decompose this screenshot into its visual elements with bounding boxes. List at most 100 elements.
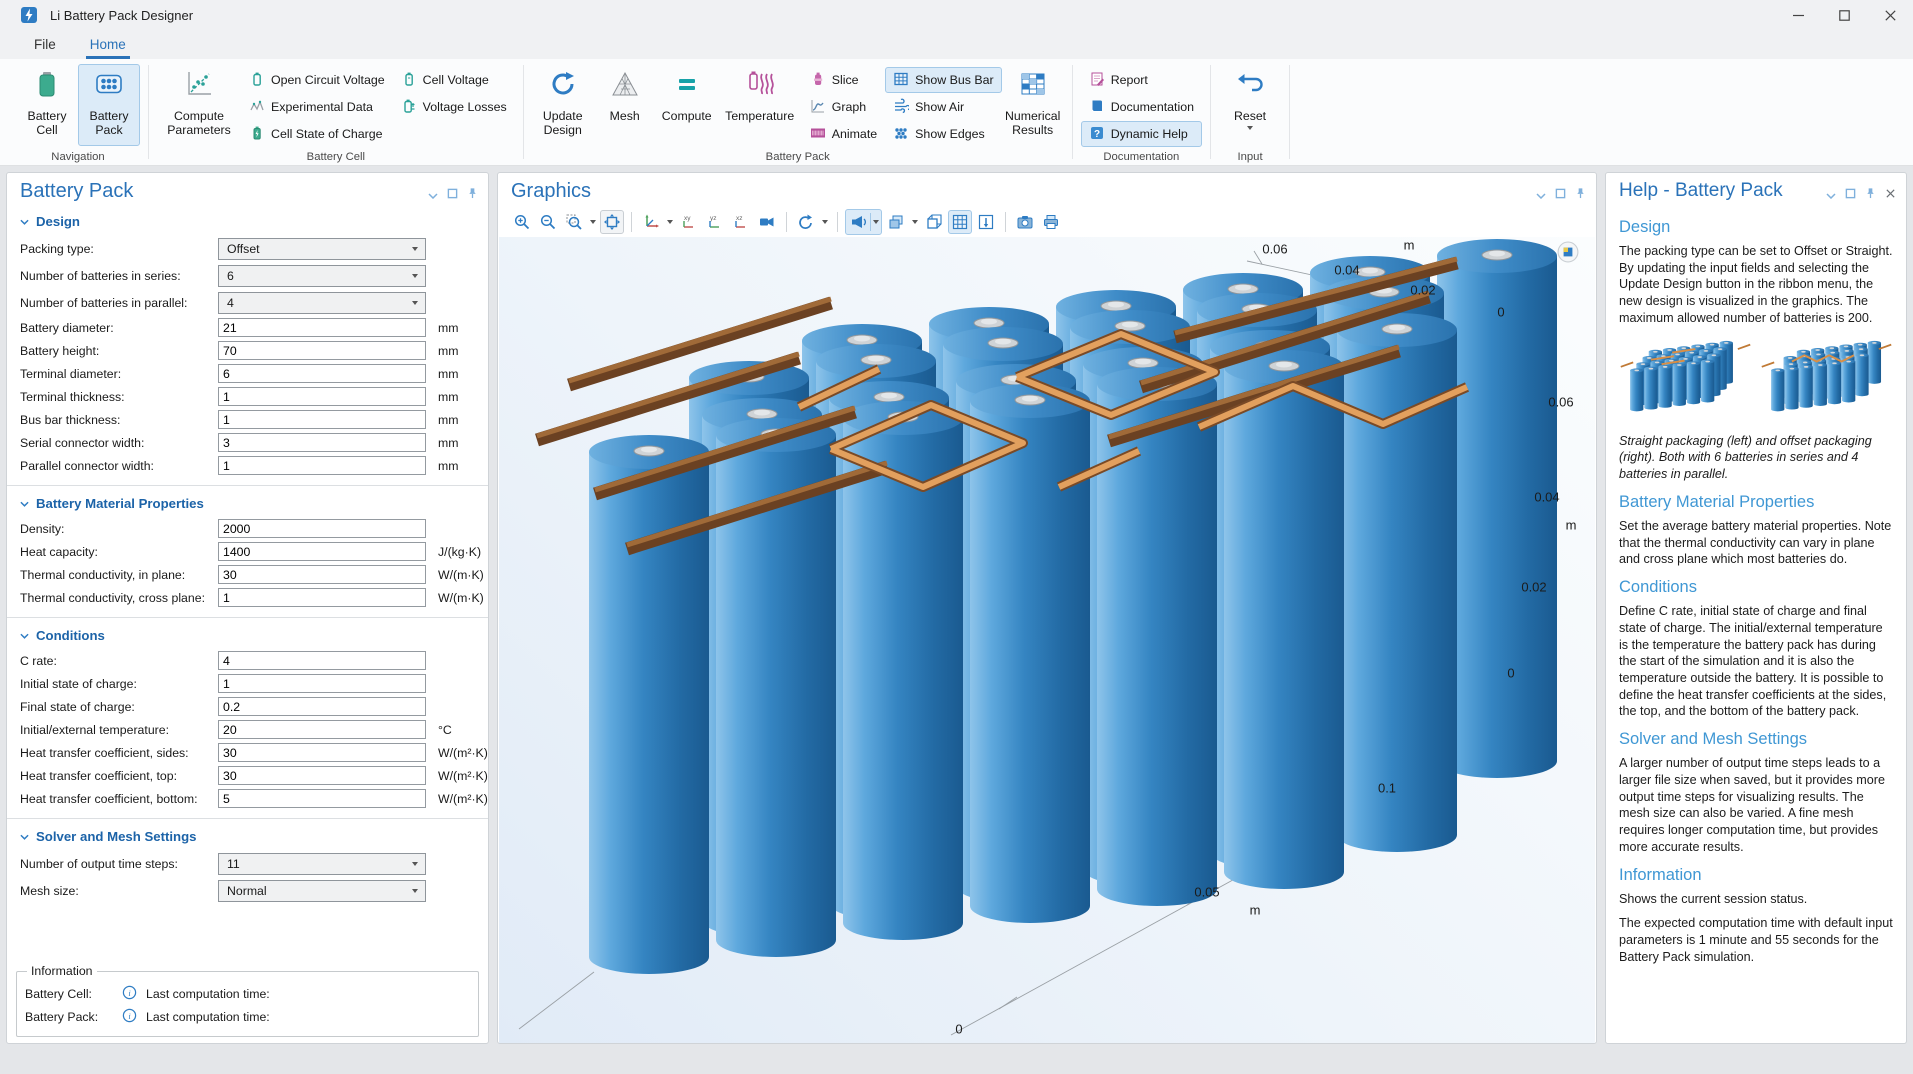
terminal-diameter-input[interactable]: [218, 364, 426, 383]
float-panel-icon[interactable]: [1555, 186, 1566, 204]
field-row: Bus bar thickness:mm: [7, 408, 488, 431]
compute-button[interactable]: Compute: [656, 64, 718, 146]
heat-capacity-input[interactable]: [218, 542, 426, 561]
batteries-in-series-select[interactable]: 6: [218, 265, 426, 287]
go-to-yz-view-button[interactable]: yz: [703, 210, 727, 234]
thermal-conductivity-in-plane-input[interactable]: [218, 565, 426, 584]
battery-cell-icon: [32, 69, 62, 104]
default-view-button[interactable]: [639, 210, 663, 234]
experimental-data-button[interactable]: Experimental Data: [241, 94, 393, 120]
graphics-canvas[interactable]: 0.06 0.04 0.02 0 m 0.06 0.04 m 0.02 0 0.…: [499, 237, 1595, 1043]
go-to-xz-view-button[interactable]: xz: [729, 210, 753, 234]
cell-voltage-icon: [401, 71, 417, 90]
dynamic-help-button[interactable]: ? Dynamic Help: [1081, 121, 1202, 147]
help-images: [1619, 335, 1893, 427]
float-panel-icon[interactable]: [1845, 186, 1856, 204]
report-button[interactable]: Report: [1081, 67, 1202, 93]
snapshot-button[interactable]: [1013, 210, 1037, 234]
section-conditions[interactable]: Conditions: [7, 620, 488, 649]
batteries-in-parallel-select[interactable]: 4: [218, 292, 426, 314]
serial-connector-width-input[interactable]: [218, 433, 426, 452]
section-design[interactable]: Design: [7, 206, 488, 235]
reset-icon: [1235, 69, 1265, 104]
mesh-size-select[interactable]: Normal: [218, 880, 426, 902]
numerical-results-button[interactable]: Numerical Results: [1002, 64, 1064, 146]
battery-cell-button[interactable]: Battery Cell: [16, 64, 78, 146]
c-rate-input[interactable]: [218, 651, 426, 670]
scene-light-dropdown-caret[interactable]: [871, 220, 881, 224]
show-edges-button[interactable]: Show Edges: [885, 121, 1002, 147]
tab-home[interactable]: Home: [86, 32, 130, 59]
scene-light-button-group: [845, 209, 882, 235]
scene-light-button[interactable]: [846, 210, 870, 234]
field-row: C rate:: [7, 649, 488, 672]
temperature-button[interactable]: Temperature: [718, 64, 802, 146]
initial-external-temperature-input[interactable]: [218, 720, 426, 739]
animate-button[interactable]: Animate: [802, 121, 885, 147]
terminal-thickness-input[interactable]: [218, 387, 426, 406]
tab-file[interactable]: File: [30, 32, 60, 59]
packing-type-select[interactable]: Offset: [218, 238, 426, 260]
reset-dropdown-caret[interactable]: [1247, 126, 1253, 130]
show-bus-bar-button[interactable]: Show Bus Bar: [885, 67, 1002, 93]
density-input[interactable]: [218, 519, 426, 538]
rotate-button[interactable]: [794, 210, 818, 234]
zoom-box-button[interactable]: [562, 210, 586, 234]
orthographic-projection-button[interactable]: [922, 210, 946, 234]
battery-diameter-input[interactable]: [218, 318, 426, 337]
cell-state-of-charge-button[interactable]: Cell State of Charge: [241, 121, 393, 147]
chevron-down-icon[interactable]: [428, 186, 438, 204]
reset-button[interactable]: Reset: [1219, 64, 1281, 146]
axis-orientation-button[interactable]: [974, 210, 998, 234]
thermal-conductivity-cross-plane-input[interactable]: [218, 588, 426, 607]
chevron-down-icon[interactable]: [1826, 186, 1836, 204]
open-circuit-voltage-button[interactable]: Open Circuit Voltage: [241, 67, 393, 93]
pin-icon[interactable]: [1865, 186, 1876, 204]
heat-transfer-top-input[interactable]: [218, 766, 426, 785]
slice-button[interactable]: Slice: [802, 67, 885, 93]
parallel-connector-width-input[interactable]: [218, 456, 426, 475]
print-button[interactable]: [1039, 210, 1063, 234]
voltage-losses-button[interactable]: Voltage Losses: [393, 94, 515, 120]
zoom-dropdown-caret[interactable]: [588, 220, 598, 224]
rotate-dropdown-caret[interactable]: [820, 220, 830, 224]
documentation-button[interactable]: Documentation: [1081, 94, 1202, 120]
heat-transfer-sides-input[interactable]: [218, 743, 426, 762]
close-icon[interactable]: [1885, 186, 1896, 204]
zoom-extents-button[interactable]: [600, 210, 624, 234]
zoom-out-button[interactable]: [536, 210, 560, 234]
panel-title: Battery Pack: [20, 180, 428, 203]
camera-view-button[interactable]: [755, 210, 779, 234]
minimize-button[interactable]: [1775, 0, 1821, 30]
chevron-down-icon[interactable]: [1536, 186, 1546, 204]
zoom-in-button[interactable]: [510, 210, 534, 234]
graph-button[interactable]: Graph: [802, 94, 885, 120]
section-solver-mesh[interactable]: Solver and Mesh Settings: [7, 821, 488, 850]
show-grid-button[interactable]: [948, 210, 972, 234]
compute-parameters-button[interactable]: Compute Parameters: [157, 64, 241, 146]
go-to-xy-view-button[interactable]: xy: [677, 210, 701, 234]
close-button[interactable]: [1867, 0, 1913, 30]
maximize-button[interactable]: [1821, 0, 1867, 30]
appearance-button[interactable]: [884, 210, 908, 234]
battery-pack-button[interactable]: Battery Pack: [78, 64, 140, 146]
cell-state-of-charge-icon: [249, 125, 265, 144]
mesh-button[interactable]: Mesh: [594, 64, 656, 146]
appearance-dropdown-caret[interactable]: [910, 220, 920, 224]
bus-bar-thickness-input[interactable]: [218, 410, 426, 429]
output-time-steps-select[interactable]: 11: [218, 853, 426, 875]
float-panel-icon[interactable]: [447, 186, 458, 204]
pin-icon[interactable]: [467, 186, 478, 204]
initial-state-of-charge-input[interactable]: [218, 674, 426, 693]
update-design-button[interactable]: Update Design: [532, 64, 594, 146]
cell-voltage-button[interactable]: Cell Voltage: [393, 67, 515, 93]
axis-tick-label: 0.1: [1378, 781, 1396, 796]
view-dropdown-caret[interactable]: [665, 220, 675, 224]
battery-height-input[interactable]: [218, 341, 426, 360]
heat-transfer-bottom-input[interactable]: [218, 789, 426, 808]
pin-icon[interactable]: [1575, 186, 1586, 204]
final-state-of-charge-input[interactable]: [218, 697, 426, 716]
show-air-button[interactable]: Show Air: [885, 94, 1002, 120]
view-indicator-icon[interactable]: [1557, 241, 1579, 268]
section-battery-material-properties[interactable]: Battery Material Properties: [7, 488, 488, 517]
